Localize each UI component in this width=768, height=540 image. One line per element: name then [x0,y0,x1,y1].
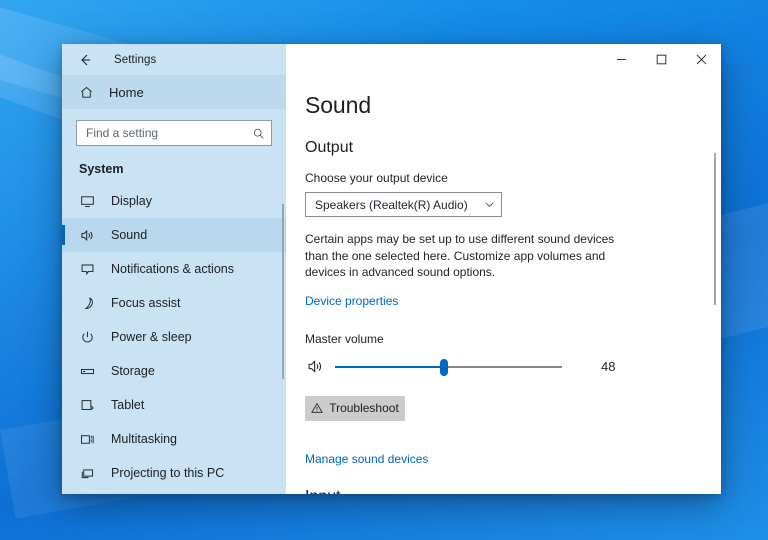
sidebar-item-notifications-label: Notifications & actions [111,262,234,276]
minimize-button[interactable] [601,44,641,75]
troubleshoot-button-label: Troubleshoot [329,401,399,415]
sidebar-item-multitasking[interactable]: Multitasking [62,422,286,456]
chevron-down-icon [484,199,495,210]
speaker-icon[interactable] [305,357,325,377]
master-volume-slider[interactable] [335,358,562,376]
search-container [62,109,286,146]
search-box[interactable] [76,120,272,146]
content-scrollbar-track[interactable] [712,75,718,494]
projecting-icon [79,465,96,482]
sidebar-item-multitasking-label: Multitasking [111,432,177,446]
desktop-background: Settings Home Find a setting System Disp… [0,0,768,540]
device-properties-link[interactable]: Device properties [305,294,398,308]
output-device-value: Speakers (Realtek(R) Audio) [315,197,468,212]
sidebar-item-projecting[interactable]: Projecting to this PC [62,456,286,490]
notification-icon [79,261,96,278]
close-button[interactable] [681,44,721,75]
sidebar-item-display-label: Display [111,194,152,208]
sidebar-item-sound-label: Sound [111,228,148,242]
master-volume-row: 48 [305,357,625,377]
moon-icon [79,295,96,312]
window-titlebar-right [286,44,721,75]
multitasking-icon [79,431,96,448]
sidebar-item-notifications[interactable]: Notifications & actions [62,252,286,286]
sidebar-item-focus-assist-label: Focus assist [111,296,181,310]
main-content-pane: Sound Output Choose your output device S… [286,44,721,494]
master-volume-label: Master volume [305,331,384,346]
sidebar-item-sound[interactable]: Sound [62,218,286,252]
sidebar-item-power-sleep[interactable]: Power & sleep [62,320,286,354]
slider-fill [335,365,444,368]
master-volume-value: 48 [601,359,616,374]
output-device-label: Choose your output device [305,171,448,185]
sidebar-item-projecting-label: Projecting to this PC [111,466,225,480]
sidebar-category-title: System [79,162,124,176]
troubleshoot-button[interactable]: Troubleshoot [305,395,405,421]
sidebar-scrollbar[interactable] [282,204,284,379]
sidebar-item-home[interactable]: Home [62,75,286,109]
tablet-icon [79,397,96,414]
output-description: Certain apps may be set up to use differ… [305,232,615,279]
content-scrollbar-thumb[interactable] [714,153,716,305]
storage-icon [79,363,96,380]
manage-sound-devices-link[interactable]: Manage sound devices [305,452,428,466]
input-section-heading: Input [305,488,721,495]
back-arrow-icon[interactable] [76,51,94,69]
sidebar-item-storage[interactable]: Storage [62,354,286,388]
sidebar: Settings Home Find a setting System Disp… [62,44,286,494]
window-titlebar-left: Settings [62,44,286,75]
sound-settings-content: Sound Output Choose your output device S… [286,75,721,494]
sidebar-item-display[interactable]: Display [62,184,286,218]
sidebar-item-tablet-label: Tablet [111,398,145,412]
power-icon [79,329,96,346]
page-title: Sound [305,92,372,118]
window-title: Settings [114,53,157,66]
settings-window: Settings Home Find a setting System Disp… [62,44,721,494]
sidebar-nav-list: Display Sound Notifications & actions Fo… [62,182,286,490]
warning-triangle-icon [311,402,324,414]
search-icon[interactable] [252,127,265,140]
sidebar-item-home-label: Home [109,84,144,100]
output-section-heading: Output [305,139,354,156]
speaker-icon [79,227,96,244]
sidebar-item-tablet[interactable]: Tablet [62,388,286,422]
slider-thumb[interactable] [439,358,448,376]
monitor-icon [79,193,96,210]
output-device-dropdown[interactable]: Speakers (Realtek(R) Audio) [305,192,502,217]
sidebar-item-storage-label: Storage [111,364,155,378]
home-icon [78,84,95,101]
sidebar-item-focus-assist[interactable]: Focus assist [62,286,286,320]
search-input[interactable] [86,126,252,140]
maximize-button[interactable] [641,44,681,75]
sidebar-item-power-sleep-label: Power & sleep [111,330,192,344]
